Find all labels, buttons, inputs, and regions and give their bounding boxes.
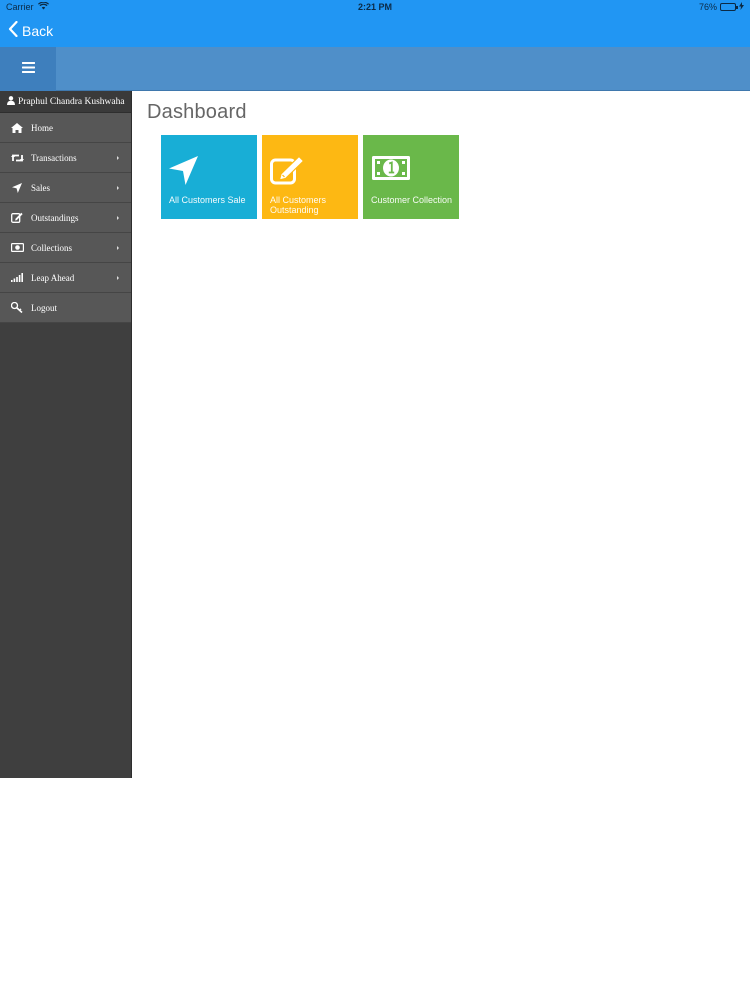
- tile-label: All Customers Sale: [169, 195, 246, 205]
- menu-toggle-button[interactable]: [0, 47, 56, 91]
- user-icon: [7, 95, 15, 108]
- sidebar-item-outstandings[interactable]: Outstandings: [0, 203, 131, 233]
- user-profile[interactable]: Praphul Chandra Kushwaha: [0, 91, 131, 113]
- sidebar-item-label: Transactions: [31, 152, 77, 163]
- chevron-left-icon: [8, 20, 18, 40]
- status-bar: Carrier 2:21 PM 76%: [0, 0, 750, 14]
- chevron-right-icon: [115, 274, 121, 282]
- main-content: Dashboard All Customers Sale All Custome…: [147, 101, 459, 219]
- money-icon: [10, 242, 24, 254]
- user-name: Praphul Chandra Kushwaha: [18, 96, 125, 107]
- sidebar-item-home[interactable]: Home: [0, 113, 131, 143]
- back-button[interactable]: Back: [8, 20, 54, 40]
- sidebar-item-label: Logout: [31, 302, 57, 313]
- wifi-icon: [37, 1, 49, 12]
- chevron-right-icon: [115, 184, 121, 192]
- app-header: [0, 47, 750, 91]
- key-icon: [10, 302, 24, 314]
- back-label: Back: [22, 22, 54, 39]
- edit-icon: [270, 155, 308, 190]
- sidebar-item-leap-ahead[interactable]: Leap Ahead: [0, 263, 131, 293]
- tile-label: All Customers Outstanding: [270, 195, 327, 215]
- status-right: 76%: [699, 2, 744, 12]
- tile-all-customers-sale[interactable]: All Customers Sale: [161, 135, 257, 219]
- charging-icon: [739, 2, 744, 12]
- battery-percent: 76%: [698, 2, 717, 12]
- tile-customer-collection[interactable]: Customer Collection: [363, 135, 459, 219]
- sidebar-item-label: Collections: [31, 242, 72, 253]
- chevron-right-icon: [115, 154, 121, 162]
- retweet-icon: [10, 152, 24, 164]
- sidebar-item-label: Leap Ahead: [31, 272, 75, 283]
- tile-all-customers-outstanding[interactable]: All Customers Outstanding: [262, 135, 358, 219]
- chevron-right-icon: [115, 244, 121, 252]
- hamburger-icon: [21, 60, 35, 78]
- sidebar-item-transactions[interactable]: Transactions: [0, 143, 131, 173]
- location-arrow-icon: [169, 155, 199, 190]
- location-arrow-icon: [10, 182, 24, 194]
- home-icon: [10, 122, 24, 134]
- money-icon: [371, 155, 411, 186]
- sidebar-item-sales[interactable]: Sales: [0, 173, 131, 203]
- carrier-label: Carrier: [6, 2, 34, 12]
- chevron-right-icon: [115, 214, 121, 222]
- navigation-bar: Back: [0, 14, 750, 47]
- dashboard-tiles: All Customers Sale All Customers Outstan…: [161, 135, 459, 219]
- sidebar-item-label: Sales: [31, 182, 50, 193]
- sidebar-item-logout[interactable]: Logout: [0, 293, 131, 323]
- battery-icon: [720, 3, 738, 11]
- edit-icon: [10, 212, 24, 224]
- sidebar: Praphul Chandra Kushwaha Home Transactio…: [0, 91, 132, 778]
- sidebar-item-label: Home: [31, 122, 53, 133]
- sidebar-item-collections[interactable]: Collections: [0, 233, 131, 263]
- tile-label: Customer Collection: [371, 195, 453, 205]
- status-time: 2:21 PM: [357, 2, 392, 12]
- page-title: Dashboard: [147, 101, 247, 123]
- status-left: Carrier: [6, 1, 49, 12]
- signal-icon: [10, 272, 24, 284]
- sidebar-item-label: Outstandings: [31, 212, 79, 223]
